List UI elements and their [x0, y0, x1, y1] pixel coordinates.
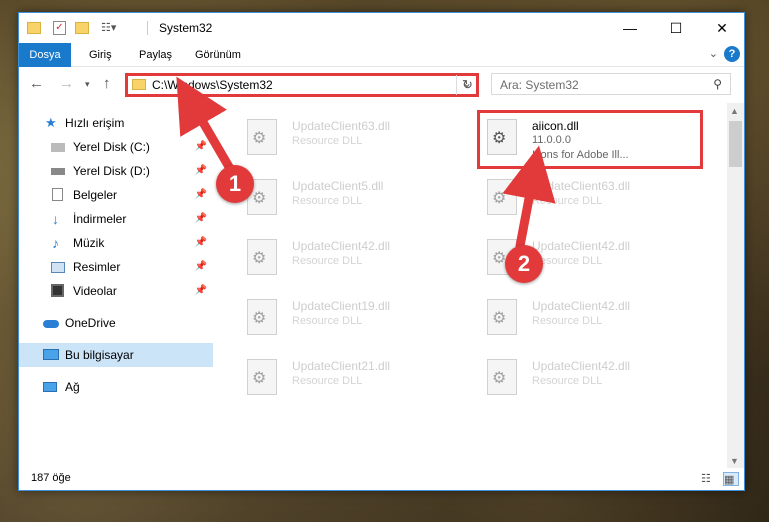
arrow-to-dll-file: [502, 145, 556, 251]
annotation-arrows: [176, 76, 556, 251]
step-2-badge: 2: [505, 245, 543, 283]
arrow-to-address-bar: [176, 76, 237, 177]
step-1-badge: 1: [216, 165, 254, 203]
